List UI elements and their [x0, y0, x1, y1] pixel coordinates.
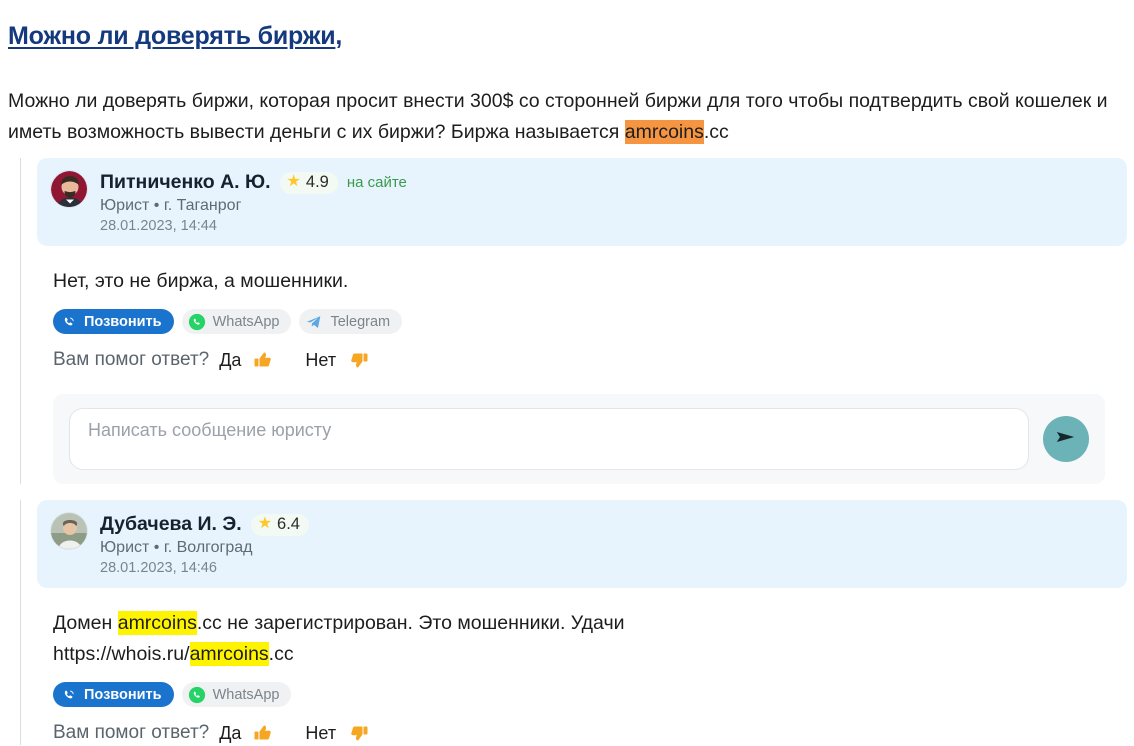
avatar[interactable]: [50, 512, 88, 550]
answer-block: Дубачева И. Э. ★ 6.4 Юрист • г. Волгогра…: [20, 500, 1134, 745]
page-title-tail: ,: [335, 22, 343, 50]
rating-badge: ★ 4.9: [279, 171, 338, 194]
question-body-text-tail: .cc: [703, 121, 729, 143]
star-icon: ★: [257, 515, 273, 532]
question-body-text: Можно ли доверять биржи, которая просит …: [8, 90, 1108, 143]
telegram-icon: [305, 313, 323, 331]
answer-text: Нет, это не биржа, а мошенники.: [53, 270, 349, 292]
thumbs-down-icon[interactable]: [346, 348, 370, 372]
author-name-row: Питниченко А. Ю. ★ 4.9 на сайте: [100, 171, 407, 194]
author-name[interactable]: Питниченко А. Ю.: [100, 171, 271, 194]
answer-link-pre: https://whois.ru/: [53, 643, 190, 665]
message-input[interactable]: Написать сообщение юристу: [69, 408, 1029, 470]
page-title-link[interactable]: Можно ли доверять биржи: [8, 22, 336, 50]
telegram-button[interactable]: Telegram: [299, 309, 403, 334]
author-name[interactable]: Дубачева И. Э.: [100, 513, 242, 536]
answer-text-line-1: Домен amrcoins.cc не зарегистрирован. Эт…: [53, 608, 1134, 639]
star-icon: ★: [286, 173, 301, 190]
answer-text-line-2: https://whois.ru/amrcoins.cc: [53, 639, 1134, 670]
rating-value: 4.9: [305, 172, 329, 191]
whatsapp-button[interactable]: WhatsApp: [181, 309, 292, 334]
call-button[interactable]: Позвонить: [53, 309, 174, 334]
thumbs-up-icon[interactable]: [251, 348, 275, 372]
thumbs-down-icon[interactable]: [346, 721, 370, 745]
telegram-button-label: Telegram: [330, 313, 391, 330]
author-meta: Юрист • г. Таганрог: [100, 197, 242, 214]
answer-block: Питниченко А. Ю. ★ 4.9 на сайте Юрист • …: [20, 158, 1134, 484]
helpful-yes-label[interactable]: Да: [219, 350, 241, 371]
answer-date: 28.01.2023, 14:44: [100, 218, 217, 234]
phone-icon: [59, 312, 77, 331]
helpful-question: Вам помог ответ?: [53, 349, 210, 370]
send-icon: [1055, 426, 1077, 453]
whatsapp-icon: [188, 686, 206, 704]
author-identity: Дубачева И. Э. ★ 6.4 Юрист • г. Волгогра…: [100, 512, 309, 576]
answer-highlight-domain: amrcoins: [117, 611, 197, 635]
call-button-label: Позвонить: [84, 686, 162, 703]
rating-value: 6.4: [277, 514, 300, 533]
question-highlight-domain: amrcoins: [624, 120, 704, 144]
online-status: на сайте: [346, 174, 407, 191]
helpful-yes-label[interactable]: Да: [219, 723, 241, 744]
answer-highlight-domain-2: amrcoins: [189, 642, 269, 666]
helpful-row: Вам помог ответ? Да Нет: [53, 721, 1134, 745]
answer-text: Домен amrcoins.cc не зарегистрирован. Эт…: [53, 608, 1134, 670]
helpful-no-label[interactable]: Нет: [305, 350, 336, 371]
author-name-row: Дубачева И. Э. ★ 6.4: [100, 513, 309, 536]
phone-icon: [59, 685, 77, 704]
author-identity: Питниченко А. Ю. ★ 4.9 на сайте Юрист • …: [100, 170, 407, 234]
helpful-row: Вам помог ответ? Да Нет: [53, 348, 1134, 372]
answer-text-pre: Домен: [53, 612, 118, 634]
whatsapp-button-label: WhatsApp: [212, 686, 280, 703]
helpful-no-label[interactable]: Нет: [305, 723, 336, 744]
answer-text-post: .cc не зарегистрирован. Это мошенники. У…: [196, 612, 625, 634]
question-body: Можно ли доверять биржи, которая просит …: [8, 86, 1130, 148]
answer-author-header: Дубачева И. Э. ★ 6.4 Юрист • г. Волгогра…: [37, 500, 1127, 588]
message-composer: Написать сообщение юристу: [53, 394, 1105, 484]
thumbs-up-icon[interactable]: [251, 721, 275, 745]
page-title[interactable]: Можно ли доверять биржи,: [8, 22, 342, 51]
send-button[interactable]: [1043, 416, 1089, 462]
whatsapp-icon: [188, 313, 206, 331]
answers-page: Можно ли доверять биржи, Можно ли доверя…: [0, 0, 1134, 746]
contact-buttons: Позвонить WhatsApp: [53, 682, 1134, 707]
author-meta: Юрист • г. Волгоград: [100, 539, 253, 556]
contact-buttons: Позвонить WhatsApp Telegram: [53, 309, 1134, 334]
answer-date: 28.01.2023, 14:46: [100, 560, 217, 576]
avatar[interactable]: [50, 170, 88, 208]
message-input-placeholder: Написать сообщение юристу: [88, 420, 332, 440]
answer-author-header: Питниченко А. Ю. ★ 4.9 на сайте Юрист • …: [37, 158, 1127, 246]
helpful-question: Вам помог ответ?: [53, 722, 210, 743]
rating-badge: ★ 6.4: [250, 513, 309, 536]
whatsapp-button[interactable]: WhatsApp: [181, 682, 292, 707]
answer-link-post: .cc: [268, 643, 294, 665]
whatsapp-button-label: WhatsApp: [212, 313, 280, 330]
call-button[interactable]: Позвонить: [53, 682, 174, 707]
call-button-label: Позвонить: [84, 313, 162, 330]
